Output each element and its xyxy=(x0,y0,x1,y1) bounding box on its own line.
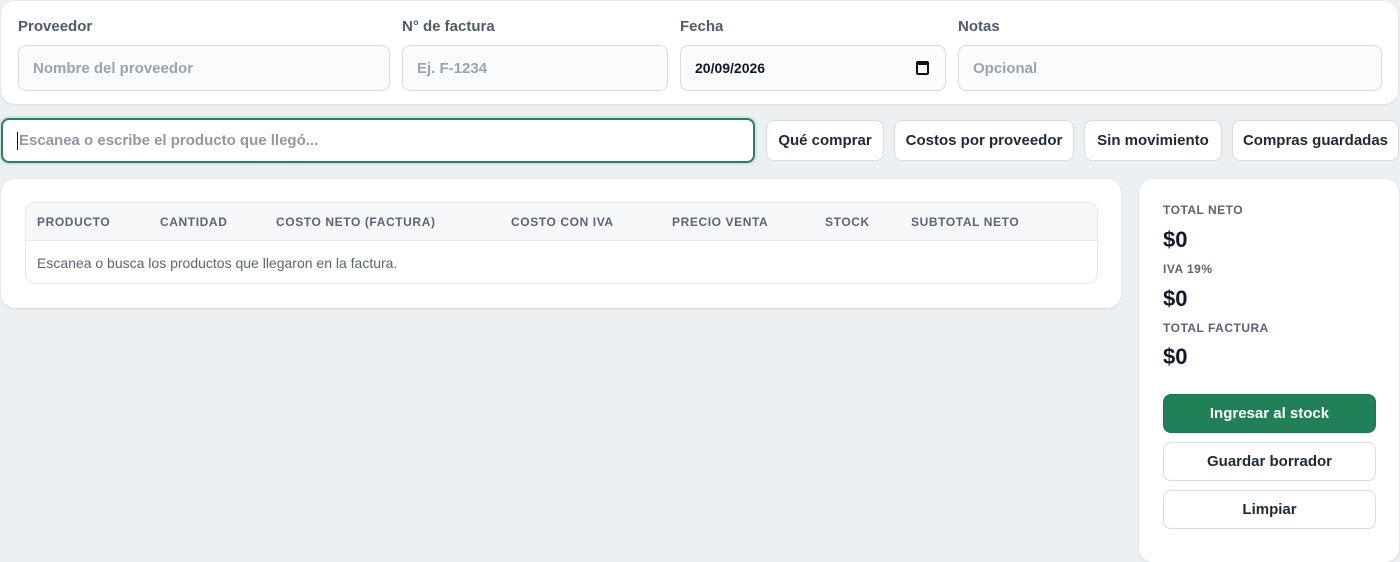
purchase-header-form: Proveedor Nombre del proveedor N° de fac… xyxy=(1,1,1398,104)
column-header-net-subtotal: SUBTOTAL NETO xyxy=(911,215,1020,229)
invoice-total-label: TOTAL FACTURA xyxy=(1163,321,1269,335)
date-value: 20/09/2026 xyxy=(695,60,766,76)
column-header-sale-price: PRECIO VENTA xyxy=(672,215,769,229)
net-total-label: TOTAL NETO xyxy=(1163,203,1244,217)
invoice-total-value: $0 xyxy=(1163,344,1188,369)
date-label: Fecha xyxy=(680,18,724,35)
supplier-placeholder: Nombre del proveedor xyxy=(33,59,194,77)
notes-placeholder: Opcional xyxy=(973,59,1038,77)
table-header-row: PRODUCTO CANTIDAD COSTO NETO (FACTURA) C… xyxy=(26,203,1097,241)
column-header-cost-with-vat: COSTO CON IVA xyxy=(511,215,614,229)
products-table: PRODUCTO CANTIDAD COSTO NETO (FACTURA) C… xyxy=(25,202,1098,284)
invoice-label: N° de factura xyxy=(402,18,495,35)
calendar-icon[interactable] xyxy=(916,61,929,75)
costs-by-supplier-button[interactable]: Costos por proveedor xyxy=(894,120,1074,161)
add-to-stock-button[interactable]: Ingresar al stock xyxy=(1163,394,1376,433)
products-table-card: PRODUCTO CANTIDAD COSTO NETO (FACTURA) C… xyxy=(1,179,1121,308)
no-movement-button[interactable]: Sin movimiento xyxy=(1084,120,1222,161)
supplier-input[interactable]: Nombre del proveedor xyxy=(18,45,390,91)
vat-label: IVA 19% xyxy=(1163,262,1213,276)
save-draft-button[interactable]: Guardar borrador xyxy=(1163,442,1376,481)
vat-value: $0 xyxy=(1163,286,1188,311)
notes-input[interactable]: Opcional xyxy=(958,45,1382,91)
invoice-placeholder: Ej. F-1234 xyxy=(417,59,488,77)
product-search-input[interactable]: Escanea o escribe el producto que llegó.… xyxy=(1,118,755,163)
table-empty-message: Escanea o busca los productos que llegar… xyxy=(37,255,398,271)
net-total-value: $0 xyxy=(1163,227,1188,252)
saved-purchases-button[interactable]: Compras guardadas xyxy=(1232,120,1399,161)
date-input[interactable]: 20/09/2026 xyxy=(680,45,946,91)
column-header-stock: STOCK xyxy=(825,215,870,229)
clear-button[interactable]: Limpiar xyxy=(1163,490,1376,529)
totals-panel: TOTAL NETO $0 IVA 19% $0 TOTAL FACTURA $… xyxy=(1139,179,1399,562)
supplier-label: Proveedor xyxy=(18,18,93,35)
notes-label: Notas xyxy=(958,18,1000,35)
product-search-placeholder: Escanea o escribe el producto que llegó.… xyxy=(19,132,319,149)
what-to-buy-button[interactable]: Qué comprar xyxy=(766,120,884,161)
invoice-number-input[interactable]: Ej. F-1234 xyxy=(402,45,668,91)
column-header-net-cost: COSTO NETO (FACTURA) xyxy=(276,215,436,229)
column-header-quantity: CANTIDAD xyxy=(160,215,228,229)
column-header-product: PRODUCTO xyxy=(37,215,111,229)
text-caret xyxy=(17,131,18,150)
